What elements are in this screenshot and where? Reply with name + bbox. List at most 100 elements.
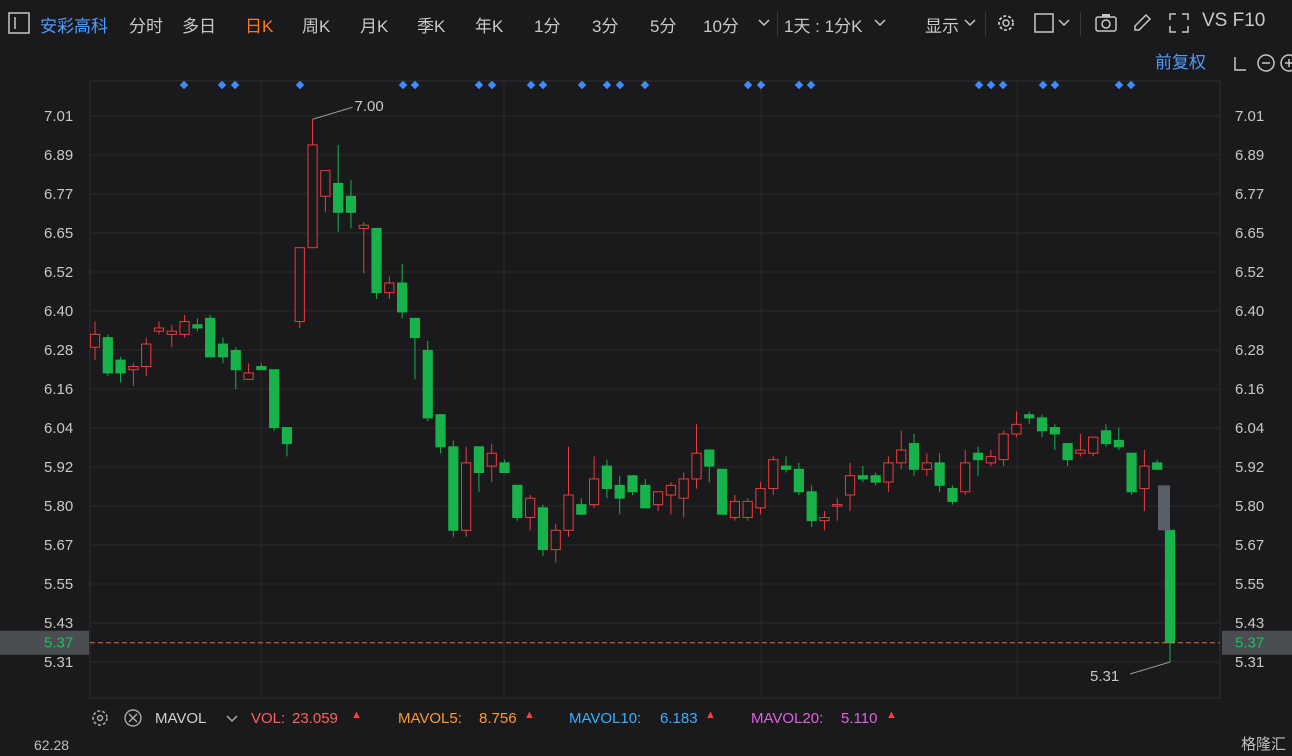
candle-down[interactable]: [857, 475, 868, 480]
adjust-toggle[interactable]: 前复权: [1155, 53, 1206, 72]
gear-icon[interactable]: [995, 12, 1017, 34]
candle-down[interactable]: [704, 449, 715, 467]
undo-icon[interactable]: [1234, 57, 1246, 71]
chevron-down-icon[interactable]: [872, 14, 888, 30]
candle-up[interactable]: [589, 478, 600, 506]
candle-down[interactable]: [230, 349, 241, 371]
candle-down[interactable]: [371, 227, 382, 294]
candle-down[interactable]: [269, 369, 280, 429]
candle-down[interactable]: [1036, 417, 1048, 432]
candle-up[interactable]: [755, 488, 766, 509]
candle-down[interactable]: [435, 414, 446, 448]
close-icon[interactable]: [123, 708, 143, 732]
tab-niank[interactable]: 年K: [475, 12, 503, 37]
candle-up[interactable]: [678, 478, 689, 499]
event-marker[interactable]: [756, 80, 766, 90]
candle-down[interactable]: [422, 349, 433, 419]
indicator-name[interactable]: MAVOL: [155, 710, 206, 727]
candle-up[interactable]: [819, 516, 830, 522]
event-marker[interactable]: [602, 80, 612, 90]
vs-f10-button[interactable]: VS F10: [1202, 10, 1265, 32]
candle-up[interactable]: [128, 366, 139, 371]
candle-up[interactable]: [166, 330, 177, 335]
candle-up[interactable]: [384, 282, 395, 294]
event-marker[interactable]: [743, 80, 753, 90]
zoom-in-icon[interactable]: [1280, 54, 1292, 72]
candle-up[interactable]: [307, 144, 318, 249]
candle-down[interactable]: [947, 488, 958, 502]
candle-up[interactable]: [525, 497, 536, 518]
candle-up[interactable]: [1075, 449, 1086, 454]
candle-down[interactable]: [448, 446, 459, 531]
tab-fenshi[interactable]: 分时: [129, 12, 163, 37]
candle-down[interactable]: [716, 468, 728, 515]
event-marker[interactable]: [806, 80, 816, 90]
kline-chart[interactable]: 7.01 7.01 6.89 6.89 6.77 6.77 6.65 6.65 6.52 6.52…: [0, 46, 1292, 706]
candle-down[interactable]: [1049, 427, 1060, 435]
candle-up[interactable]: [896, 449, 907, 464]
candle-up[interactable]: [729, 500, 740, 518]
tab-1fen[interactable]: 1分: [534, 12, 560, 37]
candle-up[interactable]: [1139, 465, 1150, 490]
event-marker[interactable]: [487, 80, 497, 90]
candle-down[interactable]: [1024, 414, 1035, 419]
candle-down[interactable]: [1164, 529, 1176, 644]
event-marker[interactable]: [974, 80, 984, 90]
candle-down[interactable]: [640, 484, 651, 509]
event-marker[interactable]: [398, 80, 408, 90]
chevron-down-icon[interactable]: [1056, 14, 1072, 30]
tab-jik[interactable]: 季K: [417, 12, 445, 37]
event-marker[interactable]: [615, 80, 625, 90]
candle-down[interactable]: [499, 462, 510, 474]
candle-up[interactable]: [832, 504, 843, 507]
event-marker[interactable]: [474, 80, 484, 90]
event-marker[interactable]: [794, 80, 804, 90]
square-icon[interactable]: [1033, 12, 1055, 34]
event-marker[interactable]: [1038, 80, 1048, 90]
pencil-icon[interactable]: [1131, 12, 1153, 34]
candle-up[interactable]: [985, 455, 996, 464]
candle-down[interactable]: [972, 452, 984, 461]
event-marker[interactable]: [640, 80, 650, 90]
fullscreen-icon[interactable]: [1168, 12, 1190, 34]
candle-up[interactable]: [652, 491, 664, 506]
event-marker[interactable]: [998, 80, 1008, 90]
candle-up[interactable]: [141, 343, 152, 368]
candle-up[interactable]: [563, 494, 574, 531]
tab-3fen[interactable]: 3分: [592, 12, 618, 37]
event-marker[interactable]: [410, 80, 420, 90]
candle-down[interactable]: [115, 359, 126, 374]
candle-up[interactable]: [358, 224, 369, 229]
event-marker[interactable]: [538, 80, 548, 90]
candle-down[interactable]: [537, 507, 549, 551]
tab-5fen[interactable]: 5分: [650, 12, 676, 37]
chevron-down-icon[interactable]: [962, 14, 978, 30]
candle-up[interactable]: [243, 372, 254, 380]
tab-10fen[interactable]: 10分: [703, 12, 739, 37]
candle-down[interactable]: [512, 484, 523, 518]
candle-up[interactable]: [665, 484, 676, 496]
zoom-out-icon[interactable]: [1257, 54, 1275, 72]
tab-rik[interactable]: 日K: [245, 12, 273, 37]
candle-up[interactable]: [550, 529, 561, 551]
candle-down[interactable]: [793, 468, 804, 493]
candle-down[interactable]: [627, 475, 638, 493]
candle-down[interactable]: [409, 317, 421, 339]
event-marker[interactable]: [986, 80, 996, 90]
candle-down[interactable]: [345, 195, 357, 213]
tab-zhouk[interactable]: 周K: [302, 12, 330, 37]
candle-down[interactable]: [806, 491, 817, 522]
candle-up[interactable]: [486, 452, 497, 467]
candle-down[interactable]: [1126, 452, 1137, 493]
candle-up[interactable]: [998, 433, 1009, 461]
chevron-down-icon[interactable]: [756, 14, 772, 30]
candle-up[interactable]: [768, 459, 779, 490]
settings-icon[interactable]: [90, 708, 110, 732]
candle-down[interactable]: [1062, 443, 1073, 461]
candle-down[interactable]: [102, 337, 113, 374]
candle-up[interactable]: [1011, 423, 1022, 435]
candle-down[interactable]: [397, 282, 408, 313]
candle-down[interactable]: [217, 343, 229, 358]
event-marker[interactable]: [577, 80, 587, 90]
candle-up[interactable]: [294, 247, 305, 323]
